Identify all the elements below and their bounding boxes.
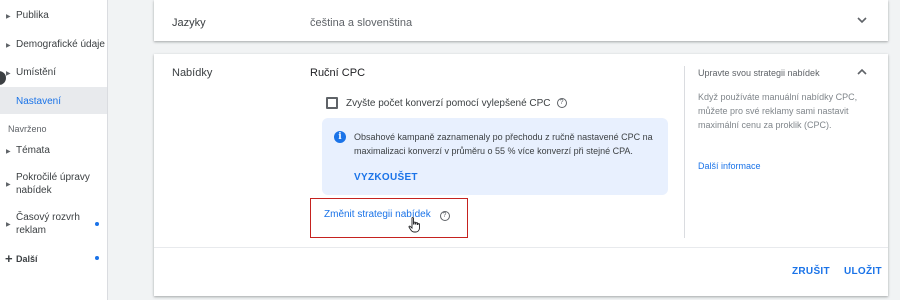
bids-card: Nabídky Ruční CPC Zvyšte počet konverzí … [154, 54, 888, 296]
current-bid-strategy: Ruční CPC [310, 67, 366, 79]
new-indicator-dot [95, 256, 99, 260]
info-icon: i [334, 131, 346, 143]
try-button[interactable]: VYZKOUŠET [354, 172, 418, 183]
enhanced-cpc-label: Zvyšte počet konverzí pomocí vylepšené C… [346, 97, 551, 109]
save-button[interactable]: ULOŽIT [844, 266, 882, 277]
help-icon[interactable]: ? [556, 98, 567, 108]
sidebar-item-more[interactable]: + Další [0, 251, 107, 266]
chevron-down-icon[interactable] [856, 14, 868, 29]
enhanced-cpc-option[interactable]: Zvyšte počet konverzí pomocí vylepšené C… [326, 97, 567, 109]
sidebar-item-settings[interactable]: Nastavení [0, 87, 107, 114]
caret-right-icon: ▶ [6, 182, 11, 188]
caret-right-icon: ▶ [6, 71, 11, 77]
new-indicator-dot [95, 222, 99, 226]
sidebar-nav: ▶ Publika ▶ Demografické údaje ▶ Umístěn… [0, 0, 108, 300]
sidebar-item-label: Nastavení [16, 96, 62, 107]
learn-more-link[interactable]: Další informace [698, 161, 761, 171]
caret-right-icon: ▶ [6, 222, 11, 228]
sidebar-item-placements[interactable]: ▶ Umístění [0, 66, 107, 79]
section-divider [684, 66, 685, 238]
caret-right-icon: ▶ [6, 149, 11, 155]
sidebar-item-bid-adjustments[interactable]: ▶ Pokročilé úpravy nabídek [0, 171, 100, 197]
sidebar-item-label: Pokročilé úpravy nabídek [16, 172, 90, 196]
sidebar-item-ad-schedule[interactable]: ▶ Časový rozvrh reklam [0, 211, 90, 237]
languages-card[interactable]: Jazyky čeština a slovenština [154, 0, 888, 41]
sidebar-item-audiences[interactable]: ▶ Publika [0, 9, 107, 22]
sidebar-item-label: Demografické údaje [16, 39, 105, 50]
languages-value: čeština a slovenština [310, 17, 413, 29]
cancel-button[interactable]: ZRUŠIT [792, 266, 830, 277]
change-bid-strategy-link[interactable]: Změnit strategii nabídek ? [324, 209, 450, 221]
enhanced-cpc-checkbox[interactable] [326, 97, 338, 109]
sidebar-item-label: Publika [16, 10, 49, 21]
help-icon[interactable]: ? [439, 211, 450, 221]
sidebar-item-topics[interactable]: ▶ Témata [0, 144, 107, 157]
chevron-up-icon[interactable] [856, 66, 868, 81]
suggested-section-label: Navrženo [8, 124, 47, 134]
help-panel-text: Když používáte manuální nabídky CPC, můž… [698, 92, 858, 130]
hand-pointer-icon [408, 217, 422, 233]
bids-title: Nabídky [172, 67, 213, 79]
caret-right-icon: ▶ [6, 43, 11, 49]
help-panel-title: Upravte svou strategii nabídek [698, 68, 820, 78]
languages-title: Jazyky [172, 17, 206, 29]
sidebar-item-label: Témata [16, 145, 50, 156]
sidebar-item-demographics[interactable]: ▶ Demografické údaje [0, 38, 107, 51]
sidebar-item-label: Další [16, 254, 38, 264]
sidebar-item-label: Umístění [16, 67, 57, 78]
sidebar-item-label: Časový rozvrh reklam [16, 212, 80, 236]
recommendation-text: Obsahové kampaně zaznamenaly po přechodu… [354, 132, 653, 156]
footer-divider [154, 247, 888, 248]
recommendation-box: i Obsahové kampaně zaznamenaly po přecho… [322, 118, 668, 195]
caret-right-icon: ▶ [6, 14, 11, 20]
plus-icon: + [5, 251, 13, 266]
